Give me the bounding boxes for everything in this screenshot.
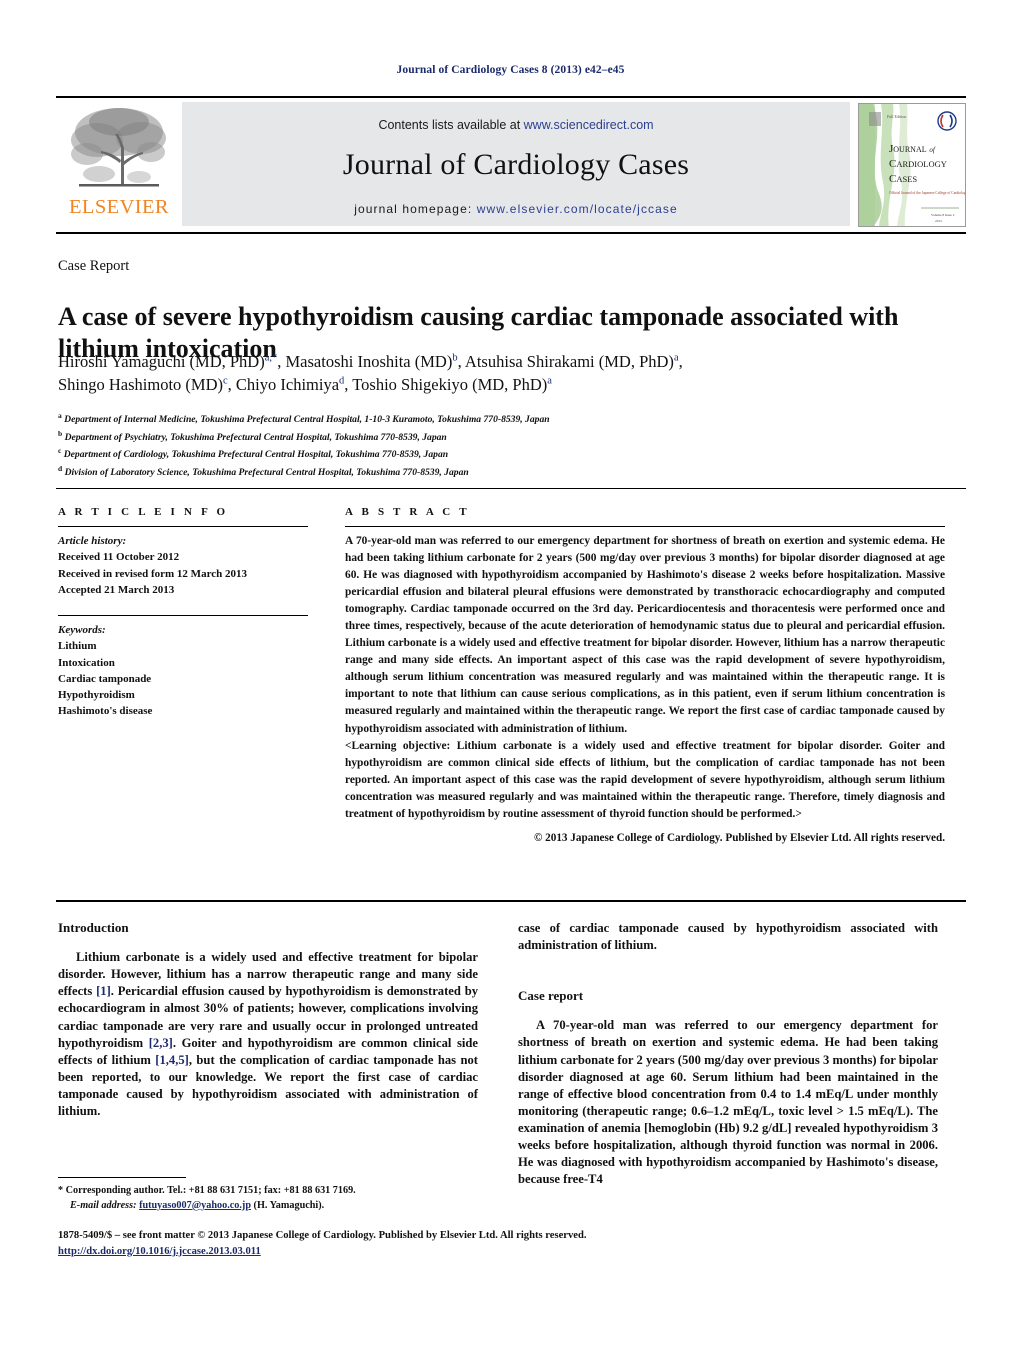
elsevier-tree-icon xyxy=(71,108,166,187)
abstract-rule xyxy=(345,526,945,527)
svg-text:CASES: CASES xyxy=(889,173,917,185)
article-info-heading: A R T I C L E I N F O xyxy=(58,506,229,518)
affiliation-text: Department of Cardiology, Tokushima Pref… xyxy=(63,449,449,461)
intro-continued-text: case of cardiac tamponade caused by hypo… xyxy=(518,921,938,953)
corresponding-author-footnote: * Corresponding author. Tel.: +81 88 631… xyxy=(58,1184,488,1214)
journal-homepage-line: journal homepage: www.elsevier.com/locat… xyxy=(354,202,678,216)
email-line: E-mail address: futuyaso007@yahoo.co.jp … xyxy=(58,1199,488,1214)
keywords-label: Keywords: xyxy=(58,624,106,637)
footnote-rule xyxy=(58,1177,186,1178)
author-6-sup: a xyxy=(547,375,552,387)
body-column-left: Introduction Lithium carbonate is a wide… xyxy=(58,920,478,1120)
cover-artwork: Full Edition JOURNAL of CARDIOLOGY CASES… xyxy=(859,104,965,226)
abstract-paragraph: A 70-year-old man was referred to our em… xyxy=(345,535,945,735)
running-head: Journal of Cardiology Cases 8 (2013) e42… xyxy=(396,64,625,76)
masthead-banner: Contents lists available at www.scienced… xyxy=(182,102,850,226)
abstract-column: A B S T R A C T A 70-year-old man was re… xyxy=(345,506,945,844)
article-info-rule xyxy=(58,526,308,527)
journal-homepage-link[interactable]: www.elsevier.com/locate/jccase xyxy=(477,202,678,216)
journal-title: Journal of Cardiology Cases xyxy=(342,148,690,181)
keyword-item: Hashimoto's disease xyxy=(58,705,153,718)
history-item: Accepted 21 March 2013 xyxy=(58,583,175,596)
keyword-item: Intoxication xyxy=(58,656,115,669)
learning-objective-paragraph: <Learning objective: Lithium carbonate i… xyxy=(345,738,945,823)
abstract-block-bottom-rule xyxy=(56,900,966,902)
section-heading-introduction: Introduction xyxy=(58,920,129,935)
journal-article-page: Journal of Cardiology Cases 8 (2013) e42… xyxy=(0,0,1021,1351)
keyword-item: Cardiac tamponade xyxy=(58,672,152,685)
elsevier-wordmark: ELSEVIER xyxy=(69,196,169,218)
elsevier-logo: ELSEVIER xyxy=(56,98,182,232)
issn-line: 1878-5409/$ – see front matter © 2013 Ja… xyxy=(58,1230,587,1241)
contents-available-line: Contents lists available at www.scienced… xyxy=(378,118,653,132)
body-column-right: case of cardiac tamponade caused by hypo… xyxy=(518,920,938,1189)
affiliation-item: b Department of Psychiatry, Tokushima Pr… xyxy=(58,428,948,446)
article-info-column: A R T I C L E I N F O Article history: R… xyxy=(58,506,308,720)
svg-text:Full Edition: Full Edition xyxy=(887,114,906,119)
case-report-paragraph: A 70-year-old man was referred to our em… xyxy=(518,1018,938,1187)
affiliation-text: Division of Laboratory Science, Tokushim… xyxy=(64,467,469,479)
author-sep-1: , Masatoshi Inoshita (MD) xyxy=(277,352,453,371)
citation-ref-2[interactable]: [2,3] xyxy=(149,1036,173,1050)
affiliation-marker: d xyxy=(58,464,63,474)
author-1-sup: a,* xyxy=(264,352,278,364)
doi-link[interactable]: http://dx.doi.org/10.1016/j.jccase.2013.… xyxy=(58,1246,261,1257)
svg-text:JOURNAL of: JOURNAL of xyxy=(889,143,936,155)
abstract-heading: A B S T R A C T xyxy=(345,506,470,518)
history-item: Received in revised form 12 March 2013 xyxy=(58,567,247,580)
svg-text:CARDIOLOGY: CARDIOLOGY xyxy=(889,158,947,170)
homepage-prefix: journal homepage: xyxy=(354,202,477,216)
author-sep-2: , Atsuhisa Shirakami (MD, PhD) xyxy=(457,352,674,371)
affiliation-text: Department of Internal Medicine, Tokushi… xyxy=(64,414,550,426)
author-sep-4: , Chiyo Ichimiya xyxy=(227,375,340,395)
article-history-label: Article history: xyxy=(58,535,127,547)
author-1: Hiroshi Yamaguchi (MD, PhD) xyxy=(58,352,265,371)
author-4: Shingo Hashimoto (MD) xyxy=(58,375,223,395)
keywords-group: Keywords: Lithium Intoxication Cardiac t… xyxy=(58,622,308,720)
affiliation-item: a Department of Internal Medicine, Tokus… xyxy=(58,410,948,428)
affiliation-item: d Division of Laboratory Science, Tokush… xyxy=(58,463,948,481)
section-heading-case-report: Case report xyxy=(518,988,584,1004)
svg-text:Official Journal of the Japane: Official Journal of the Japanese College… xyxy=(889,191,965,195)
author-sep-3: , xyxy=(678,352,683,371)
citation-ref-3[interactable]: [1,4,5] xyxy=(155,1053,189,1067)
issn-footer: 1878-5409/$ – see front matter © 2013 Ja… xyxy=(58,1228,958,1260)
corresponding-text: Corresponding author. Tel.: +81 88 631 7… xyxy=(65,1185,356,1196)
affiliation-marker: b xyxy=(58,428,63,438)
article-history-group: Article history: Received 11 October 201… xyxy=(58,533,308,598)
author-sep-5: , Toshio Shigekiyo (MD, PhD) xyxy=(344,375,548,395)
affiliation-marker: a xyxy=(58,411,62,420)
abstract-copyright: © 2013 Japanese College of Cardiology. P… xyxy=(533,831,945,844)
affiliation-item: c Department of Cardiology, Tokushima Pr… xyxy=(58,445,948,463)
affiliation-marker: c xyxy=(58,446,62,456)
keywords-rule xyxy=(58,615,308,617)
author-list: Hiroshi Yamaguchi (MD, PhD)a,*, Masatosh… xyxy=(58,350,948,397)
journal-cover-thumbnail: Full Edition JOURNAL of CARDIOLOGY CASES… xyxy=(858,103,966,227)
citation-ref-1[interactable]: [1] xyxy=(96,984,111,998)
corresponding-marker: * xyxy=(58,1185,64,1196)
svg-text:Volume 8 Issue 2: Volume 8 Issue 2 xyxy=(931,213,955,217)
email-suffix: (H. Yamaguchi). xyxy=(251,1199,325,1211)
history-item: Received 11 October 2012 xyxy=(58,551,180,564)
introduction-continued: case of cardiac tamponade caused by hypo… xyxy=(518,920,938,954)
learning-objective-label: <Learning objective: xyxy=(345,739,451,752)
introduction-paragraph: Lithium carbonate is a widely used and e… xyxy=(58,949,478,1120)
svg-text:2013: 2013 xyxy=(935,219,942,223)
keyword-item: Hypothyroidism xyxy=(58,689,135,702)
abstract-body: A 70-year-old man was referred to our em… xyxy=(345,533,945,823)
sciencedirect-link[interactable]: www.sciencedirect.com xyxy=(524,118,654,132)
abstract-block-top-rule xyxy=(56,488,966,489)
email-label: E-mail address: xyxy=(70,1199,137,1211)
corresponding-author-line: * Corresponding author. Tel.: +81 88 631… xyxy=(58,1184,488,1199)
keyword-item: Lithium xyxy=(58,640,97,653)
affiliation-list: a Department of Internal Medicine, Tokus… xyxy=(58,410,948,481)
article-type-label: Case Report xyxy=(58,258,130,274)
journal-masthead: ELSEVIER Contents lists available at www… xyxy=(56,96,966,234)
contents-prefix: Contents lists available at xyxy=(378,118,524,132)
email-link[interactable]: futuyaso007@yahoo.co.jp xyxy=(139,1200,251,1211)
affiliation-text: Department of Psychiatry, Tokushima Pref… xyxy=(64,431,447,443)
